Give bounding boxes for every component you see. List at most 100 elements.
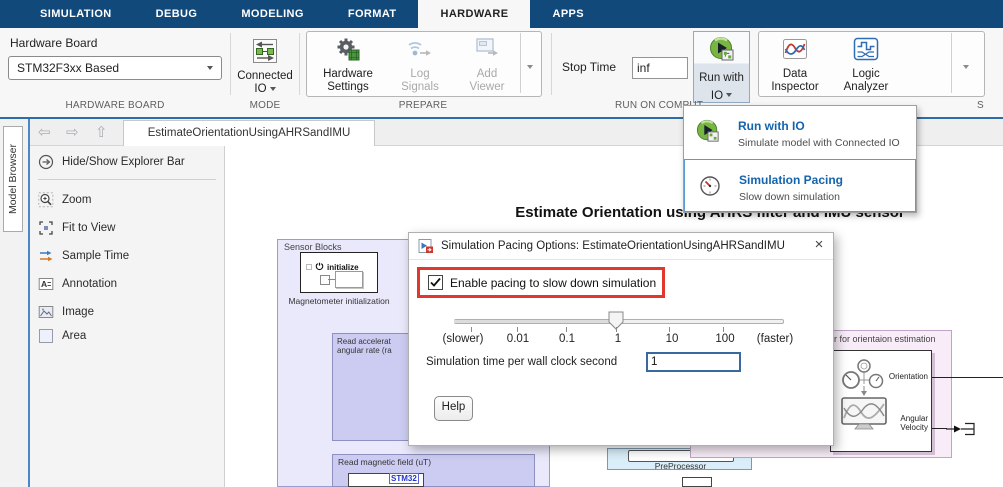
- pacing-dialog-icon: [418, 238, 434, 259]
- gear-icon: [310, 36, 386, 66]
- sample-time-icon: [38, 248, 54, 264]
- terminator-port-icon[interactable]: [946, 420, 976, 443]
- log-signals-icon: [386, 36, 454, 66]
- run-with-io-icon: [709, 36, 735, 67]
- run-with-io-label-line2: IO: [711, 90, 723, 102]
- section-results-partial: S: [977, 100, 984, 111]
- orientation-area-label: r for orientaion estimation: [834, 334, 936, 344]
- document-tab[interactable]: EstimateOrientationUsingAHRSandIMU: [123, 120, 375, 146]
- logic-analyzer-button[interactable]: Logic Analyzer: [828, 31, 904, 95]
- power-icon: [315, 258, 324, 276]
- dialog-title: Simulation Pacing Options: EstimateOrien…: [441, 240, 785, 252]
- add-viewer-button[interactable]: Add Viewer: [454, 31, 520, 95]
- section-mode: MODE: [234, 100, 296, 111]
- red-highlight-box: Enable pacing to slow down simulation: [417, 267, 665, 298]
- palette-item-zoom[interactable]: Zoom: [38, 190, 91, 210]
- stop-time-input[interactable]: [632, 57, 688, 79]
- slider-label-10: 10: [666, 333, 679, 345]
- orientation-port-label: Orientation: [889, 372, 928, 381]
- run-with-io-button[interactable]: Run with IO: [693, 31, 750, 103]
- menu-item-run-with-io[interactable]: Run with IO Simulate model with Connecte…: [684, 106, 916, 159]
- model-browser-tab[interactable]: Model Browser: [3, 126, 23, 232]
- nav-up-icon[interactable]: ⇧: [95, 119, 108, 146]
- section-prepare: PREPARE: [306, 100, 540, 111]
- magnetometer-caption: Magnetometer initialization: [278, 296, 400, 306]
- tab-hardware[interactable]: HARDWARE: [418, 0, 530, 28]
- annotation-icon: A: [38, 276, 54, 292]
- nav-back-icon[interactable]: ⇦: [38, 119, 51, 146]
- partial-block[interactable]: [682, 477, 712, 487]
- stm32-chip-label: STM32: [389, 473, 419, 484]
- slider-label-0-01: 0.01: [507, 333, 529, 345]
- zoom-icon: [38, 192, 54, 208]
- data-inspector-icon: [757, 36, 833, 66]
- slider-label-100: 100: [715, 333, 734, 345]
- angular-velocity-signal-line[interactable]: [932, 428, 947, 429]
- enable-pacing-checkbox[interactable]: [428, 275, 443, 290]
- slider-label-0-1: 0.1: [559, 333, 575, 345]
- block-badge: [306, 264, 312, 270]
- log-signals-button[interactable]: Log Signals: [386, 31, 454, 95]
- run-with-io-menu: Run with IO Simulate model with Connecte…: [683, 105, 917, 213]
- hide-show-explorer-icon: [38, 154, 54, 170]
- caret-down-icon: [726, 93, 732, 97]
- palette-item-hide-show-explorer[interactable]: Hide/Show Explorer Bar: [38, 152, 185, 172]
- palette-item-image[interactable]: Image: [38, 302, 94, 322]
- hardware-settings-button[interactable]: Hardware Settings: [310, 31, 386, 95]
- palette-item-annotation[interactable]: A Annotation: [38, 274, 117, 294]
- slider-label-1: 1: [615, 333, 621, 345]
- caret-down-icon: [207, 66, 213, 70]
- read-magnetic-label: Read magnetic field (uT): [333, 455, 534, 467]
- tab-debug[interactable]: DEBUG: [134, 0, 220, 28]
- sensor-blocks-label: Sensor Blocks: [284, 242, 342, 252]
- svg-text:A: A: [41, 279, 47, 289]
- sim-time-input[interactable]: [646, 352, 741, 372]
- area-icon: [38, 328, 54, 344]
- tab-format[interactable]: FORMAT: [326, 0, 419, 28]
- connected-io-button[interactable]: Connected IO: [234, 33, 296, 97]
- hardware-board-label: Hardware Board: [10, 36, 97, 50]
- close-icon[interactable]: ×: [810, 236, 828, 253]
- model-browser-label: Model Browser: [7, 144, 19, 214]
- initialize-block[interactable]: initialize: [300, 252, 378, 293]
- slider-label-slower: (slower): [443, 333, 484, 345]
- connected-io-icon: [234, 38, 296, 68]
- add-viewer-icon: [454, 36, 520, 66]
- tab-modeling[interactable]: MODELING: [219, 0, 325, 28]
- section-hardware-board: HARDWARE BOARD: [0, 100, 230, 111]
- image-icon: [38, 304, 54, 320]
- ribbon-tabbar: SIMULATION DEBUG MODELING FORMAT HARDWAR…: [0, 0, 1003, 28]
- simulation-pacing-icon: [698, 173, 722, 202]
- read-accel-block[interactable]: Read accelerat angular rate (ra: [332, 333, 410, 441]
- run-with-io-label-line1: Run with: [699, 72, 744, 84]
- prepare-gallery-caret[interactable]: [524, 58, 533, 76]
- palette-item-area[interactable]: Area: [38, 326, 86, 346]
- menu-item-simulation-pacing[interactable]: Simulation Pacing Slow down simulation: [684, 159, 916, 212]
- fit-to-view-icon: [38, 220, 54, 236]
- simulation-pacing-dialog: Simulation Pacing Options: EstimateOrien…: [408, 232, 834, 446]
- preprocessor-label: PreProcessor: [608, 461, 753, 471]
- nav-forward-icon[interactable]: ⇨: [66, 119, 79, 146]
- logic-analyzer-icon: [828, 36, 904, 66]
- ahrs-filter-block[interactable]: Orientation Angular Velocity: [830, 350, 932, 452]
- tab-simulation[interactable]: SIMULATION: [18, 0, 134, 28]
- stop-time-label: Stop Time: [562, 60, 616, 74]
- slider-label-faster: (faster): [757, 333, 793, 345]
- help-button[interactable]: Help: [434, 396, 473, 421]
- run-with-io-icon: [696, 119, 720, 148]
- orientation-signal-line[interactable]: [932, 377, 1003, 378]
- tab-apps[interactable]: APPS: [530, 0, 606, 28]
- hardware-board-value: STM32F3xx Based: [17, 61, 119, 75]
- palette-item-sample-time[interactable]: Sample Time: [38, 246, 129, 266]
- connected-io-label-line2: IO: [254, 83, 266, 95]
- connected-io-label-line1: Connected: [237, 70, 293, 82]
- gauges-monitor-icon: [841, 358, 887, 435]
- enable-pacing-label: Enable pacing to slow down simulation: [450, 276, 656, 290]
- sim-time-label: Simulation time per wall clock second: [426, 356, 617, 368]
- palette-item-fit-to-view[interactable]: Fit to View: [38, 218, 115, 238]
- hardware-board-select[interactable]: STM32F3xx Based: [8, 56, 222, 80]
- results-gallery-caret[interactable]: [960, 58, 969, 76]
- data-inspector-button[interactable]: Data Inspector: [757, 31, 833, 95]
- caret-down-icon: [270, 87, 276, 91]
- app-window: SIMULATION DEBUG MODELING FORMAT HARDWAR…: [0, 0, 1003, 487]
